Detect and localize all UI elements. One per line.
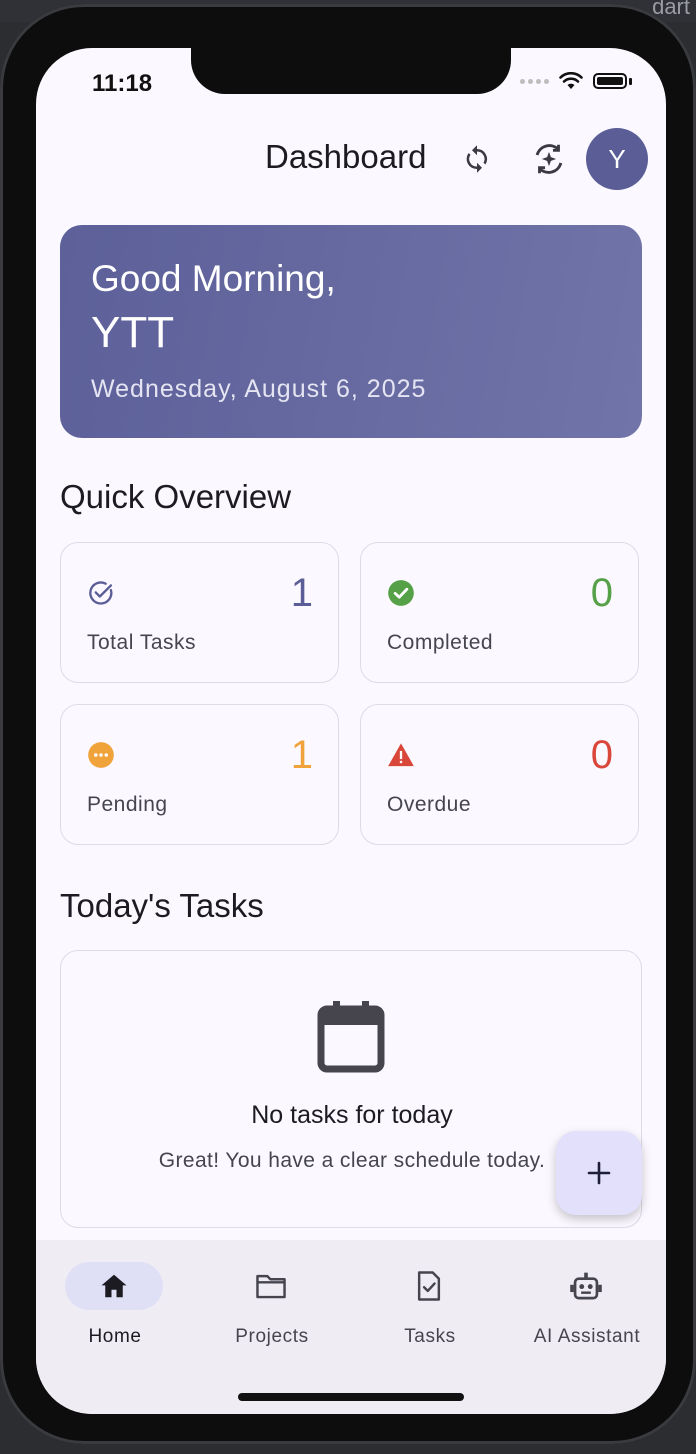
bottom-navigation: Home Projects Tasks AI Assistant — [36, 1240, 666, 1414]
stat-card-completed[interactable]: 0 Completed — [360, 542, 639, 683]
stat-label: Overdue — [387, 793, 472, 816]
wifi-icon — [559, 72, 583, 89]
greeting-salutation: Good Morning, — [91, 258, 336, 299]
check-circle-outline-icon — [89, 581, 113, 605]
home-icon — [101, 1274, 127, 1298]
battery-icon — [593, 73, 627, 89]
avatar[interactable]: Y — [586, 128, 648, 190]
refresh-icon — [466, 145, 488, 173]
plus-icon — [587, 1161, 611, 1185]
quick-overview-title: Quick Overview — [60, 478, 292, 515]
stat-value: 0 — [590, 733, 613, 777]
nav-active-indicator — [65, 1262, 163, 1310]
cellular-signal-icon — [520, 78, 549, 84]
nav-item-ai-assistant[interactable]: AI Assistant — [508, 1262, 666, 1352]
app-screen: 11:18 Dashboard Y Good Morning, YTT Wedn… — [36, 48, 666, 1414]
greeting-card: Good Morning, YTT Wednesday, August 6, 2… — [60, 225, 642, 438]
stat-label: Pending — [87, 793, 168, 816]
stat-value: 1 — [290, 733, 313, 777]
sparkle-refresh-icon — [535, 144, 563, 174]
stat-value: 0 — [590, 571, 613, 615]
nav-item-tasks[interactable]: Tasks — [351, 1262, 509, 1352]
nav-label: Tasks — [404, 1326, 456, 1347]
pending-icon — [88, 742, 114, 768]
stat-card-overdue[interactable]: 0 Overdue — [360, 704, 639, 845]
status-icons — [520, 72, 632, 90]
nav-label: AI Assistant — [533, 1326, 641, 1347]
status-time: 11:18 — [92, 70, 153, 97]
battery-tip — [629, 77, 632, 85]
greeting-date: Wednesday, August 6, 2025 — [91, 375, 427, 403]
phone-frame: 11:18 Dashboard Y Good Morning, YTT Wedn… — [0, 4, 696, 1444]
ai-sync-button[interactable] — [530, 140, 568, 178]
stat-card-pending[interactable]: 1 Pending — [60, 704, 339, 845]
page-title: Dashboard — [265, 138, 427, 175]
greeting-name: YTT — [91, 308, 175, 357]
stat-card-total-tasks[interactable]: 1 Total Tasks — [60, 542, 339, 683]
check-circle-filled-icon — [388, 580, 414, 606]
todays-tasks-card: No tasks for today Great! You have a cle… — [60, 950, 642, 1228]
home-indicator[interactable] — [238, 1393, 464, 1401]
warning-icon — [388, 743, 414, 767]
folder-icon — [256, 1274, 286, 1299]
app-bar: Dashboard — [36, 128, 666, 190]
todays-tasks-title: Today's Tasks — [60, 887, 264, 924]
nav-label: Home — [88, 1326, 142, 1347]
stat-value: 1 — [290, 571, 313, 615]
robot-icon — [570, 1272, 602, 1300]
stat-label: Completed — [387, 631, 494, 654]
empty-state-title: No tasks for today — [251, 1101, 453, 1129]
task-icon — [417, 1271, 441, 1301]
device-notch — [191, 48, 511, 94]
nav-item-home[interactable]: Home — [36, 1262, 194, 1352]
add-task-button[interactable] — [556, 1131, 642, 1215]
refresh-button[interactable] — [458, 140, 496, 178]
stat-label: Total Tasks — [87, 631, 196, 654]
calendar-icon — [317, 1001, 385, 1073]
nav-label: Projects — [235, 1326, 309, 1347]
nav-item-projects[interactable]: Projects — [193, 1262, 351, 1352]
